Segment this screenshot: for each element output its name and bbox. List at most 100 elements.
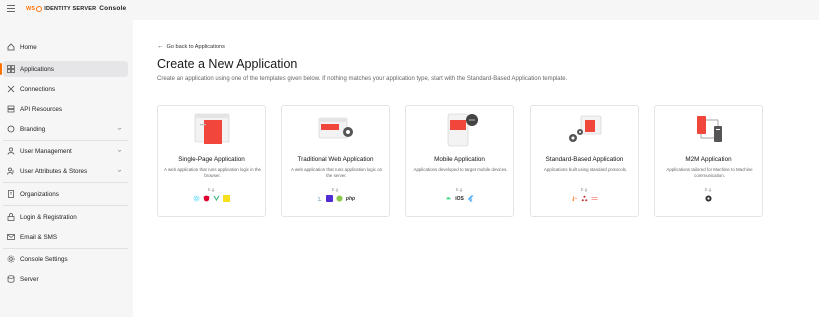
sidebar-item-organizations[interactable]: Organizations <box>3 186 128 202</box>
sidebar-item-label: Branding <box>20 125 46 133</box>
dotnet-icon <box>325 195 333 202</box>
main-content: ← Go back to Applications Create a New A… <box>133 20 819 317</box>
template-card-m2m-application[interactable]: M2M Application Applications tailored fo… <box>654 105 763 217</box>
sidebar-item-label: Applications <box>20 65 54 73</box>
card-eg-label: E.g. <box>580 187 589 192</box>
connections-icon <box>7 85 15 93</box>
m2m-icon <box>705 195 712 202</box>
user-management-icon <box>7 147 15 155</box>
single-page-app-illustration <box>194 113 229 144</box>
sidebar-item-label: Server <box>20 275 39 283</box>
vue-icon <box>213 195 220 202</box>
arrow-left-icon: ← <box>157 43 164 50</box>
sidebar-item-label: API Resources <box>20 105 62 113</box>
sidebar-item-label: User Management <box>20 147 72 155</box>
sidebar-item-connections[interactable]: Connections <box>3 81 128 97</box>
branding-icon <box>7 125 15 133</box>
sidebar-item-label: User Attributes & Stores <box>20 167 88 175</box>
card-title: Mobile Application <box>434 156 485 163</box>
card-eg-label: E.g. <box>704 187 713 192</box>
sidebar-item-user-attributes-stores[interactable]: User Attributes & Stores <box>3 163 128 179</box>
sidebar-item-user-management[interactable]: User Management <box>3 143 128 159</box>
sidebar-item-branding[interactable]: Branding <box>3 121 128 137</box>
card-description: Applications tailored for Machine to Mac… <box>666 167 753 178</box>
card-title: Traditional Web Application <box>297 156 374 163</box>
brand-name: WS <box>26 5 36 12</box>
card-tech-icons <box>655 195 762 202</box>
chevron-down-icon[interactable] <box>117 168 122 173</box>
back-link-label: Go back to Applications <box>166 43 225 50</box>
login-registration-icon <box>7 213 15 221</box>
sidebar-item-home[interactable]: Home <box>3 39 128 55</box>
card-description: Applications built using standard protoc… <box>543 167 628 172</box>
api-resources-icon <box>7 105 15 113</box>
sidebar-item-email-sms[interactable]: Email & SMS <box>3 229 128 245</box>
sidebar-item-server[interactable]: Server <box>3 271 128 287</box>
card-eg-label: E.g. <box>331 187 340 192</box>
template-card-standard-based-application[interactable]: Standard-Based Application Applications … <box>530 105 639 217</box>
oidc-icon <box>571 195 578 202</box>
sidebar-divider <box>3 248 128 249</box>
product-name: IDENTITY SERVER <box>44 5 97 12</box>
card-eg-label: E.g. <box>207 187 216 192</box>
sidebar-item-label: Console Settings <box>20 255 68 263</box>
card-tech-icons <box>531 195 638 202</box>
chevron-down-icon[interactable] <box>117 126 122 131</box>
card-description: A web application that runs application … <box>164 167 261 178</box>
page-subtitle: Create an application using one of the t… <box>157 76 568 82</box>
back-to-applications-link[interactable]: ← Go back to Applications <box>157 43 225 50</box>
sidebar-item-login-registration[interactable]: Login & Registration <box>3 209 128 225</box>
sidebar-divider <box>3 140 128 141</box>
hamburger-menu-icon[interactable] <box>7 5 15 14</box>
nodejs-icon <box>336 195 343 202</box>
sidebar-divider <box>3 205 128 206</box>
card-description: Applications developed to target mobile … <box>413 167 508 172</box>
ios-icon: iOS <box>455 195 464 202</box>
sidebar-divider <box>3 182 128 183</box>
card-title: M2M Application <box>685 156 732 163</box>
home-icon <box>7 43 15 51</box>
react-icon <box>193 195 200 202</box>
console-label: Console <box>99 5 127 12</box>
user-attributes-icon <box>7 167 15 175</box>
javascript-icon <box>223 195 230 202</box>
m2m-app-illustration <box>696 116 722 142</box>
angular-icon <box>203 195 210 202</box>
sidebar-item-label: Home <box>20 43 37 51</box>
wsfed-icon <box>591 195 598 202</box>
card-title: Single-Page Application <box>178 156 245 163</box>
sidebar-item-api-resources[interactable]: API Resources <box>3 101 128 117</box>
traditional-web-app-illustration <box>318 117 353 139</box>
sidebar-item-label: Connections <box>20 85 56 93</box>
logo-ring-icon <box>36 5 43 12</box>
top-bar: WS IDENTITY SERVER Console <box>0 0 819 20</box>
chevron-down-icon[interactable] <box>117 148 122 153</box>
standard-based-app-illustration <box>568 115 601 142</box>
java-icon <box>316 195 323 202</box>
template-card-mobile-application[interactable]: Mobile Application Applications develope… <box>405 105 514 217</box>
flutter-icon <box>467 195 474 202</box>
card-tech-icons: iOS <box>406 195 513 202</box>
android-icon <box>445 195 452 202</box>
page-title: Create a New Application <box>157 57 298 71</box>
server-icon <box>7 275 15 283</box>
card-description: A web application that runs application … <box>290 167 383 178</box>
sidebar-item-console-settings[interactable]: Console Settings <box>3 251 128 267</box>
organizations-icon <box>7 190 15 198</box>
card-tech-icons: php <box>282 195 389 202</box>
template-card-traditional-web-application[interactable]: Traditional Web Application A web applic… <box>281 105 390 217</box>
card-title: Standard-Based Application <box>545 156 624 163</box>
sidebar: Home Applications Connections API Resour… <box>0 20 133 317</box>
sidebar-item-label: Organizations <box>20 190 59 198</box>
sidebar-item-label: Login & Registration <box>20 213 77 221</box>
card-tech-icons <box>158 195 265 202</box>
product-logo[interactable]: WS IDENTITY SERVER Console <box>26 5 126 12</box>
sidebar-item-label: Email & SMS <box>20 233 58 241</box>
gear-icon <box>7 255 15 263</box>
saml-icon <box>581 195 588 202</box>
card-eg-label: E.g. <box>455 187 464 192</box>
mobile-app-illustration <box>447 113 478 147</box>
template-card-single-page-application[interactable]: Single-Page Application A web applicatio… <box>157 105 266 217</box>
applications-icon <box>7 65 15 73</box>
sidebar-item-applications[interactable]: Applications <box>0 61 128 77</box>
